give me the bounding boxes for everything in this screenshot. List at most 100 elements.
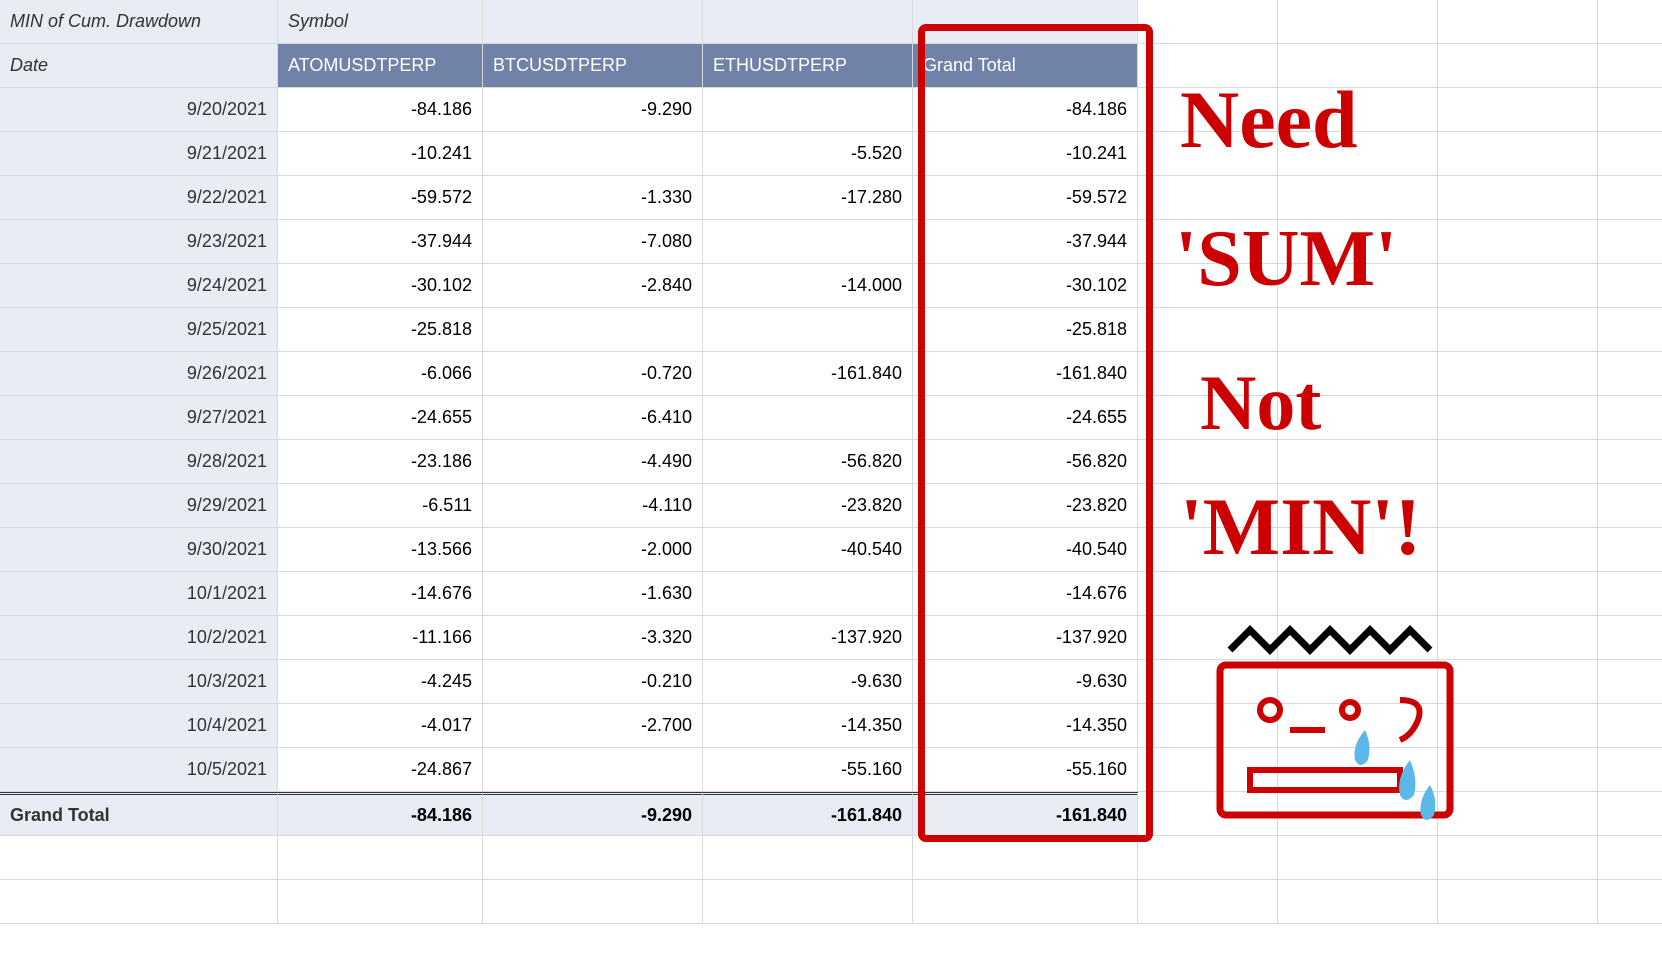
- pivot-value-cell[interactable]: -4.245: [278, 660, 483, 704]
- pivot-value-cell[interactable]: -137.920: [703, 616, 913, 660]
- pivot-grand-total-value-3[interactable]: -161.840: [913, 792, 1138, 836]
- pivot-value-cell[interactable]: -14.350: [913, 704, 1138, 748]
- pivot-value-cell[interactable]: [483, 132, 703, 176]
- pivot-value-cell[interactable]: -0.720: [483, 352, 703, 396]
- empty-cell[interactable]: [1438, 528, 1598, 572]
- pivot-value-cell[interactable]: -59.572: [913, 176, 1138, 220]
- empty-cell[interactable]: [1138, 220, 1278, 264]
- empty-cell[interactable]: [1598, 0, 1662, 44]
- pivot-value-cell[interactable]: -6.066: [278, 352, 483, 396]
- empty-cell[interactable]: [1598, 704, 1662, 748]
- empty-cell[interactable]: [1438, 748, 1598, 792]
- empty-cell[interactable]: [703, 880, 913, 924]
- empty-cell[interactable]: [1438, 0, 1598, 44]
- empty-cell[interactable]: [1598, 44, 1662, 88]
- empty-cell[interactable]: [1138, 352, 1278, 396]
- empty-cell[interactable]: [1438, 44, 1598, 88]
- empty-cell[interactable]: [1598, 572, 1662, 616]
- empty-cell[interactable]: [1438, 308, 1598, 352]
- pivot-value-cell[interactable]: -4.017: [278, 704, 483, 748]
- empty-cell[interactable]: [1278, 616, 1438, 660]
- pivot-value-cell[interactable]: -24.655: [913, 396, 1138, 440]
- pivot-value-cell[interactable]: -14.676: [913, 572, 1138, 616]
- empty-cell[interactable]: [1138, 0, 1278, 44]
- empty-cell[interactable]: [1438, 220, 1598, 264]
- pivot-value-cell[interactable]: -23.820: [913, 484, 1138, 528]
- pivot-grand-total-value-2[interactable]: -161.840: [703, 792, 913, 836]
- pivot-value-cell[interactable]: -30.102: [278, 264, 483, 308]
- empty-cell[interactable]: [1138, 792, 1278, 836]
- pivot-value-cell[interactable]: -30.102: [913, 264, 1138, 308]
- empty-cell[interactable]: [913, 836, 1138, 880]
- empty-cell[interactable]: [1438, 880, 1598, 924]
- pivot-value-cell[interactable]: -1.330: [483, 176, 703, 220]
- pivot-value-cell[interactable]: -25.818: [913, 308, 1138, 352]
- pivot-value-cell[interactable]: -4.490: [483, 440, 703, 484]
- empty-cell[interactable]: [1278, 264, 1438, 308]
- empty-cell[interactable]: [1598, 352, 1662, 396]
- pivot-title-cell[interactable]: MIN of Cum. Drawdown: [0, 0, 278, 44]
- pivot-value-cell[interactable]: [483, 748, 703, 792]
- pivot-row-date-0[interactable]: 9/20/2021: [0, 88, 278, 132]
- pivot-value-cell[interactable]: -56.820: [703, 440, 913, 484]
- empty-cell[interactable]: [278, 880, 483, 924]
- pivot-value-cell[interactable]: [703, 220, 913, 264]
- pivot-row-date-1[interactable]: 9/21/2021: [0, 132, 278, 176]
- pivot-value-cell[interactable]: -2.840: [483, 264, 703, 308]
- empty-cell[interactable]: [1598, 396, 1662, 440]
- pivot-value-cell[interactable]: -6.511: [278, 484, 483, 528]
- empty-cell[interactable]: [1278, 484, 1438, 528]
- empty-cell[interactable]: [1278, 440, 1438, 484]
- pivot-value-cell[interactable]: -7.080: [483, 220, 703, 264]
- pivot-value-cell[interactable]: [703, 396, 913, 440]
- empty-cell[interactable]: [1138, 132, 1278, 176]
- empty-cell[interactable]: [1438, 704, 1598, 748]
- pivot-row-date-4[interactable]: 9/24/2021: [0, 264, 278, 308]
- pivot-value-cell[interactable]: -10.241: [913, 132, 1138, 176]
- empty-cell[interactable]: [1278, 528, 1438, 572]
- empty-cell[interactable]: [1598, 660, 1662, 704]
- empty-cell[interactable]: [1438, 176, 1598, 220]
- empty-cell[interactable]: [913, 880, 1138, 924]
- pivot-grand-total-value-1[interactable]: -9.290: [483, 792, 703, 836]
- pivot-value-cell[interactable]: -56.820: [913, 440, 1138, 484]
- pivot-row-date-7[interactable]: 9/27/2021: [0, 396, 278, 440]
- pivot-row-date-11[interactable]: 10/1/2021: [0, 572, 278, 616]
- empty-cell[interactable]: [1598, 264, 1662, 308]
- empty-cell[interactable]: [1598, 176, 1662, 220]
- pivot-value-cell[interactable]: -13.566: [278, 528, 483, 572]
- empty-cell[interactable]: [1598, 792, 1662, 836]
- pivot-value-cell[interactable]: -23.820: [703, 484, 913, 528]
- pivot-value-cell[interactable]: [703, 308, 913, 352]
- pivot-row-field-cell[interactable]: Date: [0, 44, 278, 88]
- pivot-value-cell[interactable]: -137.920: [913, 616, 1138, 660]
- pivot-value-cell[interactable]: -2.700: [483, 704, 703, 748]
- pivot-row-date-6[interactable]: 9/26/2021: [0, 352, 278, 396]
- pivot-value-cell[interactable]: -25.818: [278, 308, 483, 352]
- empty-cell[interactable]: [1278, 880, 1438, 924]
- pivot-value-cell[interactable]: -14.350: [703, 704, 913, 748]
- empty-cell[interactable]: [1138, 660, 1278, 704]
- pivot-col-header-1[interactable]: BTCUSDTPERP: [483, 44, 703, 88]
- empty-cell[interactable]: [1278, 0, 1438, 44]
- empty-cell[interactable]: [1598, 880, 1662, 924]
- empty-cell[interactable]: [1138, 880, 1278, 924]
- empty-cell[interactable]: [483, 836, 703, 880]
- pivot-value-cell[interactable]: -2.000: [483, 528, 703, 572]
- empty-cell[interactable]: [1278, 88, 1438, 132]
- pivot-value-cell[interactable]: -17.280: [703, 176, 913, 220]
- empty-cell[interactable]: [1598, 836, 1662, 880]
- empty-cell[interactable]: [1278, 176, 1438, 220]
- empty-cell[interactable]: [1278, 660, 1438, 704]
- pivot-row-date-2[interactable]: 9/22/2021: [0, 176, 278, 220]
- empty-cell[interactable]: [1598, 528, 1662, 572]
- pivot-grand-total-label[interactable]: Grand Total: [0, 792, 278, 836]
- pivot-row-date-14[interactable]: 10/4/2021: [0, 704, 278, 748]
- empty-cell[interactable]: [1278, 836, 1438, 880]
- pivot-value-cell[interactable]: -37.944: [913, 220, 1138, 264]
- pivot-value-cell[interactable]: -23.186: [278, 440, 483, 484]
- empty-cell[interactable]: [1598, 88, 1662, 132]
- empty-cell[interactable]: [1278, 220, 1438, 264]
- pivot-value-cell[interactable]: -9.630: [913, 660, 1138, 704]
- pivot-value-cell[interactable]: -161.840: [913, 352, 1138, 396]
